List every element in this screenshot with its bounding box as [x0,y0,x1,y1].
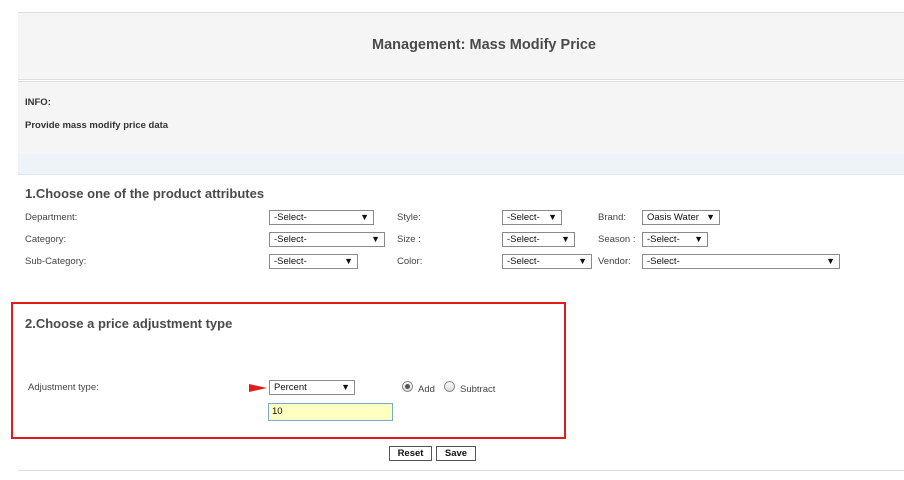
color-select[interactable]: -Select- ▼ [502,254,592,269]
chevron-down-icon: ▼ [706,212,715,222]
chevron-down-icon: ▼ [578,256,587,266]
department-select[interactable]: -Select- ▼ [269,210,374,225]
department-label: Department: [25,212,78,223]
chevron-down-icon: ▼ [344,256,353,266]
info-label: INFO: [25,97,51,108]
subcategory-select-value: -Select- [274,256,307,267]
adjustment-type-value: Percent [274,382,307,393]
save-button[interactable]: Save [436,446,476,461]
season-select[interactable]: -Select- ▼ [642,232,708,247]
category-select[interactable]: -Select- ▼ [269,232,385,247]
style-label: Style: [397,212,421,223]
subtract-radio-label: Subtract [460,384,496,395]
brand-label: Brand: [598,212,626,223]
vendor-select[interactable]: -Select- ▼ [642,254,840,269]
page-title: Management: Mass Modify Price [372,37,596,53]
category-label: Category: [25,234,67,245]
season-select-value: -Select- [647,234,680,245]
add-radio[interactable] [402,381,413,392]
color-label: Color: [397,256,423,267]
info-text: Provide mass modify price data [25,120,169,131]
style-select-value: -Select- [507,212,540,223]
size-label: Size : [397,234,421,245]
chevron-down-icon: ▼ [826,256,835,266]
brand-select-value: Oasis Water [647,212,699,223]
vendor-label: Vendor: [598,256,631,267]
size-select[interactable]: -Select- ▼ [502,232,575,247]
subcategory-select[interactable]: -Select- ▼ [269,254,358,269]
subtract-radio[interactable] [444,381,455,392]
category-select-value: -Select- [274,234,307,245]
color-select-value: -Select- [507,256,540,267]
chevron-down-icon: ▼ [548,212,557,222]
chevron-down-icon: ▼ [360,212,369,222]
adjustment-type-label: Adjustment type: [28,382,99,393]
vendor-select-value: -Select- [647,256,680,267]
subcategory-label: Sub-Category: [25,256,87,267]
separator-bar [18,154,904,175]
department-select-value: -Select- [274,212,307,223]
chevron-down-icon: ▼ [694,234,703,244]
adjustment-type-select[interactable]: Percent ▼ [269,380,355,395]
chevron-down-icon: ▼ [371,234,380,244]
info-panel [18,81,904,155]
size-select-value: -Select- [507,234,540,245]
brand-select[interactable]: Oasis Water ▼ [642,210,720,225]
style-select[interactable]: -Select- ▼ [502,210,562,225]
pointer-arrow-icon [249,384,267,392]
season-label: Season : [598,234,636,245]
chevron-down-icon: ▼ [341,382,350,392]
add-radio-label: Add [418,384,435,395]
divider [18,470,904,471]
section-2-title: 2.Choose a price adjustment type [25,316,233,331]
section-1-title: 1.Choose one of the product attributes [25,186,265,201]
amount-input[interactable]: 10 [268,403,393,421]
chevron-down-icon: ▼ [561,234,570,244]
reset-button[interactable]: Reset [389,446,432,461]
